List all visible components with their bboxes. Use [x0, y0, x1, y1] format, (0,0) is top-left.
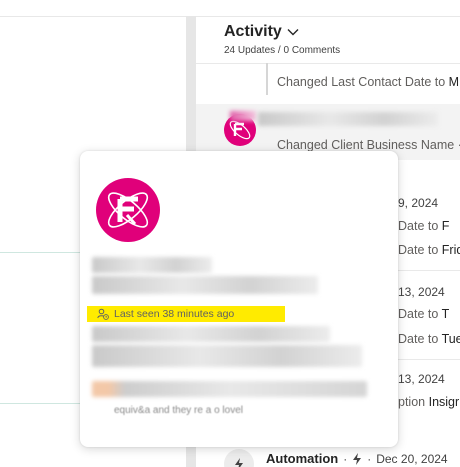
about-text: equiv&a and they re a o lovel — [114, 405, 243, 416]
redacted-name — [92, 257, 212, 273]
activity-summary: 24 Updates / 0 Comments — [224, 45, 341, 56]
timeline-line — [266, 63, 268, 95]
activity-date: 9, 2024 — [398, 196, 439, 210]
avatar[interactable] — [96, 178, 160, 242]
canvas-top-border — [0, 16, 186, 17]
automation-icon — [224, 449, 254, 467]
change-description: Changed Client Business Name · — [277, 138, 460, 152]
panel-top-border — [196, 16, 460, 17]
automation-row[interactable]: Automation · · Dec 20, 2024 — [266, 451, 448, 466]
header-divider — [196, 63, 460, 64]
presence-status: Last seen 38 minutes ago — [87, 306, 285, 322]
change-description: Date to T — [398, 307, 450, 321]
logo-icon — [107, 192, 149, 228]
change-description: Date to F — [398, 219, 450, 233]
redacted-name — [230, 111, 256, 121]
user-clock-icon — [97, 308, 109, 320]
change-description: ption Insigr — [398, 395, 460, 409]
automation-date: Dec 20, 2024 — [376, 451, 448, 466]
redacted-title — [92, 276, 318, 294]
automation-label: Automation — [266, 451, 339, 466]
change-description: Date to Frid — [398, 243, 460, 257]
change-description: Changed Last Contact Date to M — [277, 75, 460, 89]
activity-date: 13, 2024 — [398, 285, 445, 299]
item-divider — [398, 359, 460, 360]
bolt-icon — [353, 452, 362, 465]
redacted-name — [258, 112, 438, 126]
item-divider — [398, 270, 460, 271]
chevron-down-icon[interactable] — [286, 25, 300, 39]
bolt-icon — [235, 458, 243, 467]
redacted-detail — [92, 381, 367, 397]
profile-hover-card[interactable]: Last seen 38 minutes ago equiv&a and the… — [80, 151, 398, 447]
redacted-detail — [92, 326, 330, 342]
activity-date: 13, 2024 — [398, 372, 445, 386]
redacted-detail — [92, 345, 362, 367]
activity-header[interactable]: Activity — [224, 23, 300, 41]
last-seen-text: Last seen 38 minutes ago — [114, 308, 235, 320]
activity-title: Activity — [224, 23, 282, 40]
change-description: Date to Tue — [398, 332, 460, 346]
